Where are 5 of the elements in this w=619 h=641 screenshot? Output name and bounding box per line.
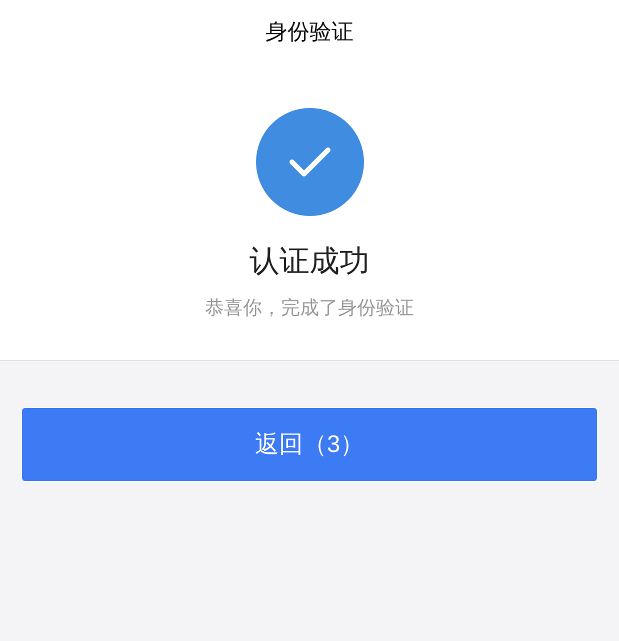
back-button[interactable]: 返回（3） (22, 408, 597, 481)
result-message: 恭喜你，完成了身份验证 (205, 297, 414, 321)
checkmark-icon (288, 145, 332, 179)
page-title: 身份验证 (266, 18, 354, 46)
result-title: 认证成功 (250, 244, 370, 280)
